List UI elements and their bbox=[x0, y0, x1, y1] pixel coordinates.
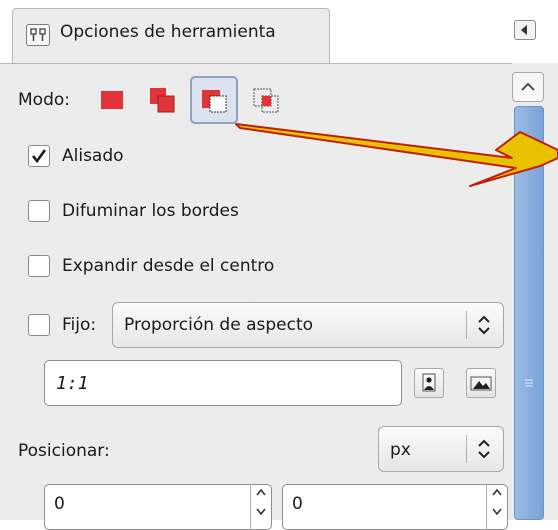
annotation-arrow-icon bbox=[0, 0, 558, 524]
